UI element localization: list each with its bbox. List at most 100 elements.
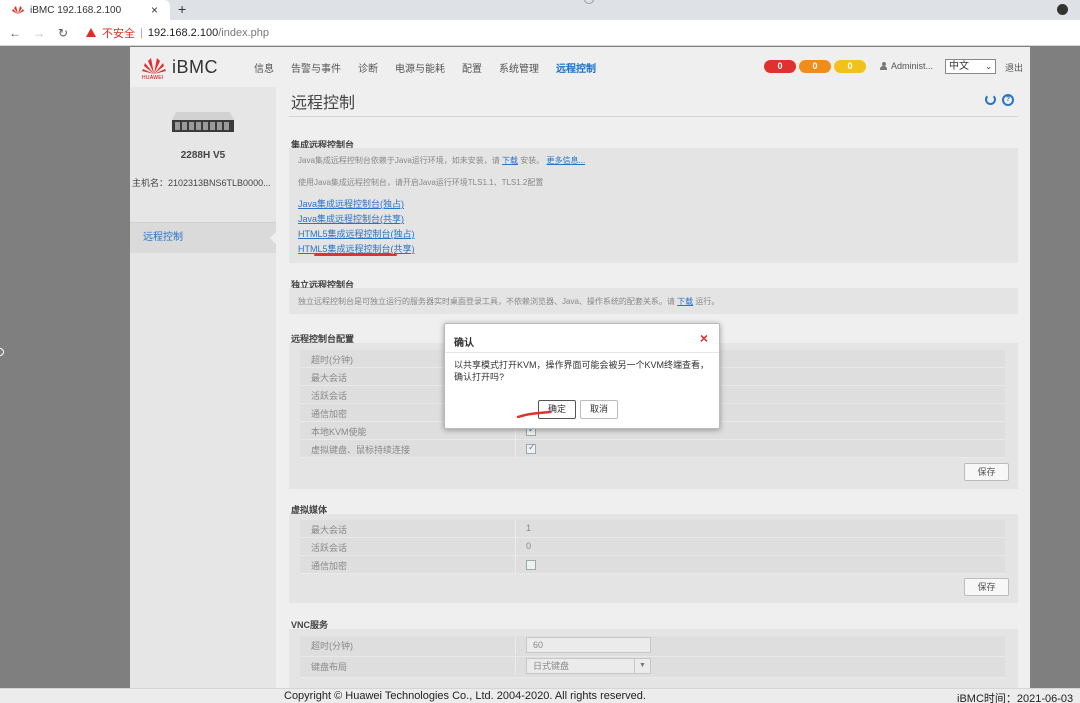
close-icon[interactable]: ×: [700, 330, 708, 346]
menu-item-remote-control[interactable]: 远程控制: [556, 60, 596, 75]
huawei-wordmark: HUAWEI: [142, 75, 164, 81]
tab-title: iBMC 192.168.2.100: [30, 4, 122, 16]
language-value: 中文: [949, 61, 969, 72]
title-actions: ?: [985, 94, 1014, 106]
row-label: 活跃会话: [311, 543, 348, 553]
menu-item-info[interactable]: 信息: [254, 60, 274, 75]
row-label: 最大会话: [311, 373, 348, 383]
row-label: 虚拟键盘、鼠标持续连接: [311, 445, 411, 455]
integrated-console-box: Java集成远程控制台依赖于Java运行环境，如未安装，请 下载 安装。 更多信…: [289, 148, 1018, 263]
menu-item-config[interactable]: 配置: [462, 60, 482, 75]
table-row: 活跃会话 0: [300, 538, 1005, 556]
loading-indicator-icon: [584, 0, 594, 4]
more-info-link[interactable]: 更多信息...: [547, 156, 586, 165]
row-value: 0: [526, 541, 532, 551]
java-requirement-mid: 安装。: [520, 156, 545, 165]
refresh-icon[interactable]: [985, 94, 996, 105]
table-row: 超时(分钟) 60: [300, 636, 1005, 657]
row-label: 通信加密: [311, 561, 348, 571]
annotation-stroke: [517, 410, 551, 418]
menu-item-alarms[interactable]: 告警与事件: [291, 60, 341, 75]
standalone-desc-suffix: 运行。: [695, 297, 720, 306]
html5-kvm-exclusive-link[interactable]: HTML5集成远程控制台(独占): [298, 227, 415, 240]
cancel-button[interactable]: 取消: [580, 400, 618, 419]
user-menu[interactable]: Administ...: [880, 61, 933, 71]
row-label: 最大会话: [311, 525, 348, 535]
table-row: 通信加密: [300, 556, 1005, 574]
table-row: 虚拟键盘、鼠标持续连接: [300, 440, 1005, 458]
tls-note: 使用Java集成远程控制台，请开启Java运行环境TLS1.1、TLS1.2配置: [298, 178, 544, 187]
sidebar-item-remote-control[interactable]: 远程控制: [130, 223, 277, 253]
user-icon: [880, 62, 887, 70]
help-icon[interactable]: ?: [1002, 94, 1014, 106]
vnc-table: 超时(分钟) 60 键盘布局 日式键盘 ▼: [300, 636, 1005, 678]
minor-alarm-badge[interactable]: 0: [834, 60, 866, 73]
profile-icon[interactable]: [1057, 4, 1068, 15]
sidebar: 2288H V5 主机名：2102313BNS6TLB0000... 远程控制: [130, 87, 277, 688]
row-label: 活跃会话: [311, 391, 348, 401]
keyboard-layout-select[interactable]: 日式键盘 ▼: [526, 658, 651, 674]
page-title: 远程控制: [291, 95, 356, 112]
security-label[interactable]: 不安全: [102, 25, 135, 41]
url-field[interactable]: 不安全 | 192.168.2.100 /index.php: [86, 25, 269, 41]
menu-item-power[interactable]: 电源与能耗: [395, 60, 445, 75]
confirm-dialog: 确认 × 以共享模式打开KVM，操作界面可能会被另一个KVM终端查看，确认打开吗…: [444, 323, 720, 429]
standalone-console-box: 独立远程控制台是可独立运行的服务器实时桌面登录工具，不依赖浏览器、Java、操作…: [289, 288, 1018, 314]
logout-link[interactable]: 退出: [1005, 61, 1023, 74]
chevron-down-icon: ⌄: [985, 62, 992, 71]
menu-item-diagnostics[interactable]: 诊断: [358, 60, 378, 75]
row-label: 超时(分钟): [311, 355, 353, 365]
url-separator: |: [140, 26, 143, 39]
tab-close-icon[interactable]: ×: [151, 3, 158, 17]
cursor-indicator: [0, 348, 4, 356]
dialog-title: 确认: [454, 338, 474, 349]
address-bar: ← → ↻ 不安全 | 192.168.2.100 /index.php: [0, 20, 1080, 46]
browser-tab-bar: iBMC 192.168.2.100 × +: [0, 0, 1080, 20]
table-row: 最大会话 1: [300, 520, 1005, 538]
alarm-badges: 0 0 0: [764, 60, 869, 73]
row-value: 1: [526, 523, 532, 533]
annotation-underline: [314, 254, 397, 256]
table-row: 键盘布局 日式键盘 ▼: [300, 657, 1005, 678]
dialog-divider: [445, 352, 719, 353]
row-label: 本地KVM使能: [311, 427, 367, 437]
browser-tab[interactable]: iBMC 192.168.2.100 ×: [0, 0, 170, 20]
huawei-favicon-icon: [12, 6, 24, 14]
footer: Copyright © Huawei Technologies Co., Ltd…: [0, 688, 1080, 703]
persistent-connection-checkbox[interactable]: [526, 442, 536, 454]
save-button[interactable]: 保存: [964, 463, 1009, 481]
java-kvm-shared-link[interactable]: Java集成远程控制台(共享): [298, 212, 404, 225]
major-alarm-badge[interactable]: 0: [799, 60, 831, 73]
url-host: 192.168.2.100: [147, 26, 219, 39]
copyright-text: Copyright © Huawei Technologies Co., Ltd…: [284, 690, 646, 702]
chevron-down-icon: ▼: [634, 659, 650, 673]
standalone-download-link[interactable]: 下载: [677, 297, 693, 306]
time-value: 2021-06-03: [1016, 693, 1074, 703]
forward-arrow-icon[interactable]: →: [30, 26, 48, 40]
menu-item-system[interactable]: 系统管理: [499, 60, 539, 75]
warning-icon: [86, 28, 96, 37]
time-label: iBMC时间：: [957, 693, 1017, 703]
row-label: 超时(分钟): [311, 641, 353, 651]
java-download-link[interactable]: 下载: [502, 156, 518, 165]
vnc-box: 超时(分钟) 60 键盘布局 日式键盘 ▼: [289, 629, 1018, 688]
host-name: 主机名：2102313BNS6TLB0000...: [132, 178, 271, 188]
back-arrow-icon[interactable]: ←: [6, 26, 24, 40]
new-tab-icon[interactable]: +: [178, 1, 186, 17]
java-requirement-text: Java集成远程控制台依赖于Java运行环境，如未安装，请 下载 安装。 更多信…: [298, 155, 585, 166]
row-label: 通信加密: [311, 409, 348, 419]
critical-alarm-badge[interactable]: 0: [764, 60, 796, 73]
main-menu: 信息 告警与事件 诊断 电源与能耗 配置 系统管理 远程控制: [254, 60, 613, 75]
vnc-timeout-input[interactable]: 60: [526, 637, 651, 653]
reload-icon[interactable]: ↻: [54, 26, 72, 40]
language-select[interactable]: 中文 ⌄: [945, 59, 996, 74]
huawei-logo-icon: HUAWEI: [142, 57, 166, 81]
java-kvm-exclusive-link[interactable]: Java集成远程控制台(独占): [298, 197, 404, 210]
save-button[interactable]: 保存: [964, 578, 1009, 596]
standalone-desc-text: 独立远程控制台是可独立运行的服务器实时桌面登录工具，不依赖浏览器、Java、操作…: [298, 297, 675, 306]
row-label: 键盘布局: [311, 662, 348, 672]
ibmc-logo: HUAWEI iBMC: [142, 57, 218, 81]
top-navigation: HUAWEI iBMC 信息 告警与事件 诊断 电源与能耗 配置 系统管理 远程…: [130, 47, 1030, 87]
vm-encryption-checkbox[interactable]: [526, 560, 536, 570]
virtual-media-box: 最大会话 1 活跃会话 0 通信加密 保存: [289, 514, 1018, 603]
